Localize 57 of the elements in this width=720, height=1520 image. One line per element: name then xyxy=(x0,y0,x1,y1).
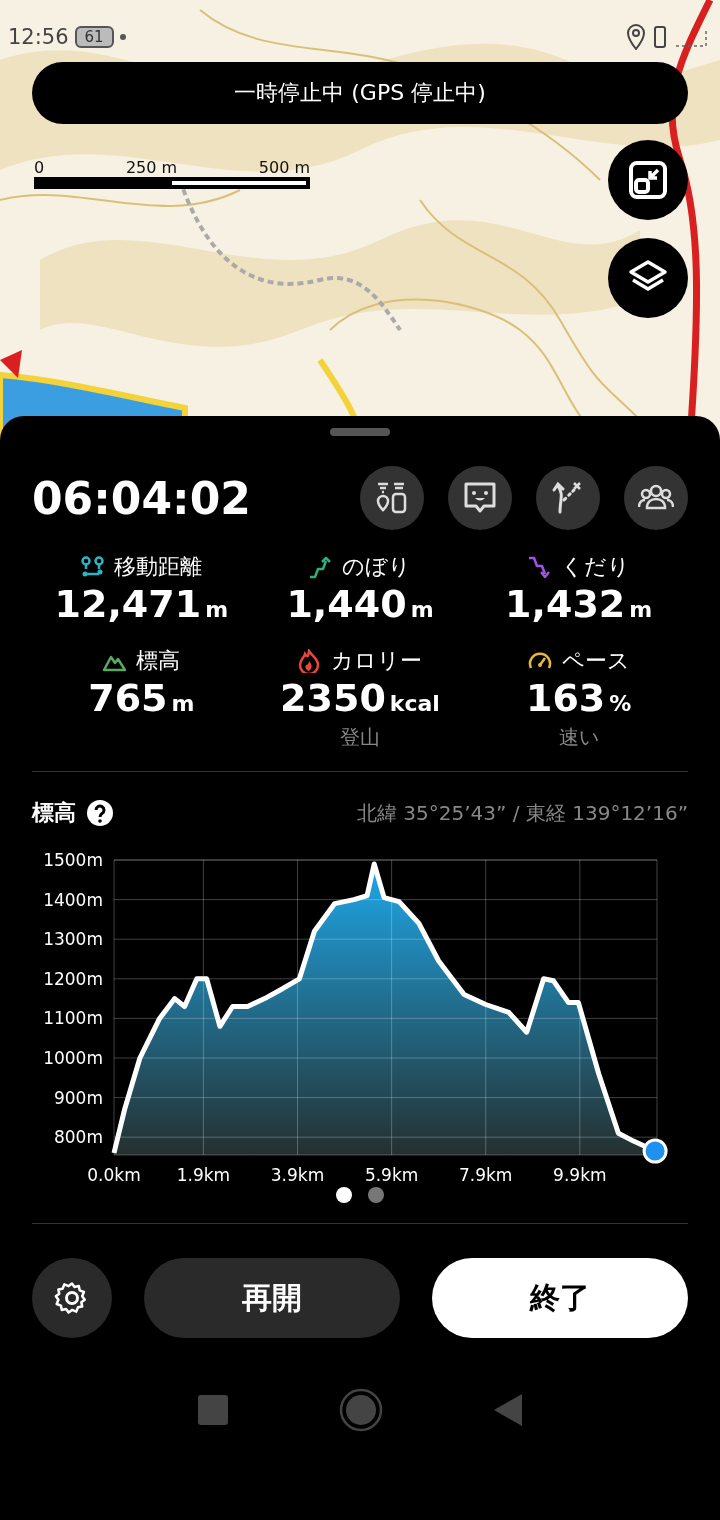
x-tick-label: 7.9km xyxy=(459,1165,513,1185)
status-banner: 一時停止中 (GPS 停止中) xyxy=(32,62,688,124)
recents-icon xyxy=(197,1394,229,1426)
stat-value: 1,440 xyxy=(286,582,407,626)
drag-handle[interactable] xyxy=(330,428,390,436)
scale-label: 500 m xyxy=(258,158,310,177)
scale-label: 0 xyxy=(34,158,45,177)
stat-value: 1,432 xyxy=(505,582,626,626)
page-indicator-dot[interactable] xyxy=(368,1187,384,1203)
x-tick-label: 5.9km xyxy=(364,1165,419,1185)
scale-label: 250 m xyxy=(125,158,178,177)
x-tick-label: 0.0km xyxy=(87,1165,141,1185)
back-icon xyxy=(493,1393,523,1427)
stat-label: 移動距離 xyxy=(114,553,203,581)
location-icon xyxy=(626,24,646,50)
y-tick-label: 1000m xyxy=(43,1048,103,1068)
x-tick-label: 3.9km xyxy=(270,1165,325,1185)
stat-unit: kcal xyxy=(389,691,440,716)
stat-note: 速い xyxy=(558,724,599,751)
x-tick-label: 1.9km xyxy=(176,1165,231,1185)
y-tick-label: 800m xyxy=(54,1127,103,1148)
stat-label: のぼり xyxy=(342,553,412,581)
section-title: 標高 xyxy=(32,799,76,827)
y-tick-label: 1500m xyxy=(43,850,103,870)
x-tick-label: 9.9km xyxy=(553,1165,607,1185)
minimize-icon xyxy=(628,160,668,200)
y-tick-label: 1200m xyxy=(43,968,103,989)
stat-label: ペース xyxy=(561,647,630,675)
stat-value: 163 xyxy=(525,676,606,720)
y-tick-label: 1300m xyxy=(43,929,103,950)
stat-value: 2350 xyxy=(280,676,386,720)
help-icon[interactable] xyxy=(86,799,114,827)
y-tick-label: 1400m xyxy=(43,889,103,910)
coordinates: 北緯 35°25’43” / 東経 139°12’16” xyxy=(355,799,688,827)
stat-note: 登山 xyxy=(340,724,380,751)
stat-label: カロリー xyxy=(331,647,423,675)
vibrate-icon xyxy=(652,25,668,49)
stat-unit: m xyxy=(171,691,195,716)
stat-unit: m xyxy=(410,597,434,622)
status-time: 12:56 xyxy=(8,25,69,49)
notification-dot-icon xyxy=(119,34,126,40)
stat-unit: % xyxy=(609,691,632,716)
current-position-marker xyxy=(642,1138,668,1164)
y-tick-label: 1100m xyxy=(43,1008,103,1029)
page-indicator-dot[interactable] xyxy=(336,1187,352,1203)
finish-button[interactable]: 終了 xyxy=(432,1258,688,1338)
stat-value: 765 xyxy=(88,676,168,720)
battery-level: 61 xyxy=(74,26,114,48)
stat-label: 標高 xyxy=(136,647,181,675)
stat-unit: m xyxy=(205,597,229,622)
stat-value: 12,471 xyxy=(54,582,202,626)
stat-unit: m xyxy=(629,597,653,622)
y-tick-label: 900m xyxy=(54,1087,103,1108)
elapsed-time: 06:04:02 xyxy=(32,472,252,524)
home-icon xyxy=(339,1388,383,1432)
stat-label: くだり xyxy=(561,553,631,581)
resume-button[interactable]: 再開 xyxy=(144,1258,400,1338)
